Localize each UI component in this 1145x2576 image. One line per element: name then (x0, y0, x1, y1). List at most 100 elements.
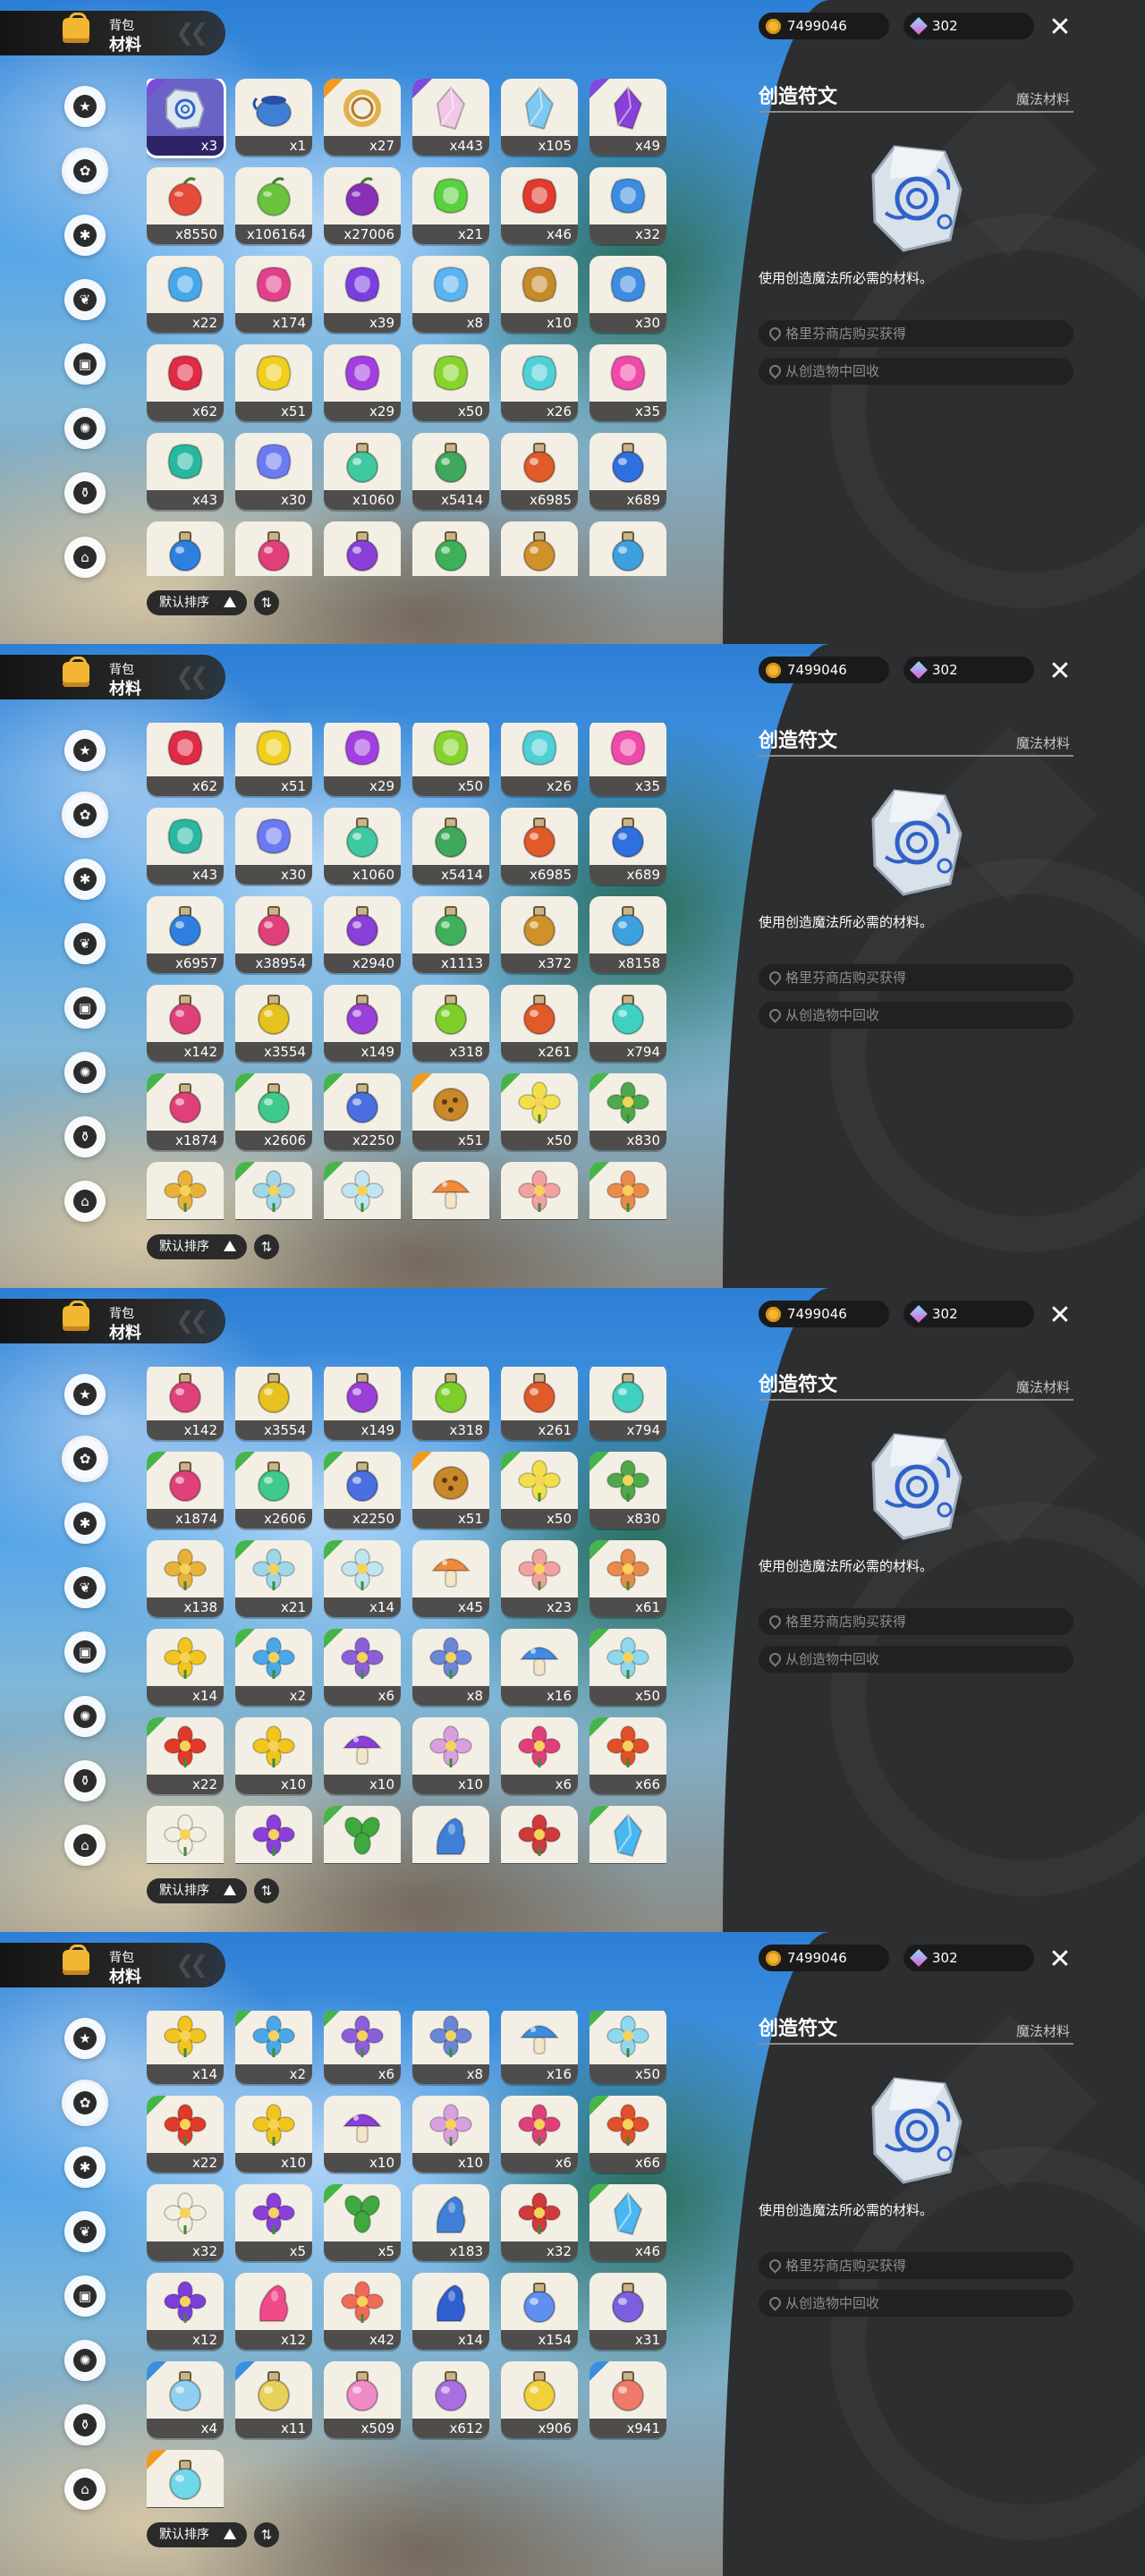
item-slot[interactable]: x10 (235, 1717, 312, 1794)
swap-order-button[interactable]: ⇅ (254, 590, 279, 615)
item-slot[interactable]: x61 (589, 1162, 666, 1220)
item-slot[interactable]: x794 (589, 985, 666, 1062)
item-slot[interactable]: x5 (235, 1806, 312, 1864)
item-slot[interactable]: x46 (589, 1806, 666, 1864)
nav-tab-basket[interactable]: ▣ (64, 2275, 106, 2317)
item-slot[interactable]: x30 (589, 256, 666, 333)
item-slot[interactable]: x149 (324, 985, 401, 1062)
item-slot[interactable]: x10 (412, 2096, 489, 2173)
item-slot[interactable]: x61 (589, 1540, 666, 1617)
nav-tab-gear[interactable]: ✱ (64, 1503, 106, 1544)
item-slot[interactable]: x46 (501, 167, 578, 244)
item-slot[interactable]: x16 (501, 1629, 578, 1706)
item-slot[interactable]: x138 (147, 1540, 224, 1617)
item-slot[interactable]: x138 (147, 1162, 224, 1220)
item-slot[interactable]: x43 (147, 808, 224, 885)
swap-order-button[interactable]: ⇅ (254, 2522, 279, 2547)
nav-tab-star[interactable]: ★ (64, 730, 106, 771)
item-slot[interactable]: x14 (147, 2011, 224, 2084)
item-slot[interactable]: x5414 (412, 808, 489, 885)
item-grid-viewport[interactable]: x3x1x27x443x105x49x8550x106164x27006x21x… (147, 723, 674, 1220)
sort-button[interactable]: 默认排序 (147, 2522, 247, 2547)
item-slot[interactable]: x689 (589, 808, 666, 885)
nav-tab-bottle[interactable]: ⚱ (64, 472, 106, 513)
item-slot[interactable]: x38954 (235, 521, 312, 576)
nav-tab-star[interactable]: ★ (64, 1374, 106, 1415)
item-slot[interactable]: x830 (589, 1073, 666, 1150)
item-slot[interactable]: x174 (235, 256, 312, 333)
item-slot[interactable]: x8158 (589, 896, 666, 973)
item-slot[interactable]: x32 (501, 1806, 578, 1864)
item-slot[interactable]: x794 (589, 1367, 666, 1440)
nav-tab-bottle[interactable]: ⚱ (64, 2404, 106, 2445)
item-slot[interactable]: x2940 (324, 521, 401, 576)
item-grid-viewport[interactable]: x3x1x27x443x105x49x8550x106164x27006x21x… (147, 2011, 674, 2508)
item-slot[interactable]: x6985 (501, 808, 578, 885)
item-slot[interactable]: x105 (501, 79, 578, 156)
item-slot[interactable]: x6 (501, 2096, 578, 2173)
source-recycle[interactable]: 从创造物中回收 (759, 2290, 1073, 2317)
item-slot[interactable]: x261 (501, 1367, 578, 1440)
swap-order-button[interactable]: ⇅ (254, 1878, 279, 1903)
item-slot[interactable]: x46 (589, 2184, 666, 2261)
nav-tab-leaf[interactable]: ❦ (64, 279, 106, 320)
item-slot[interactable]: x22 (147, 1717, 224, 1794)
nav-tab-sprout[interactable]: ✿ (64, 1438, 106, 1479)
nav-tab-leaf[interactable]: ❦ (64, 923, 106, 964)
item-slot[interactable]: x45 (412, 1540, 489, 1617)
item-slot[interactable]: x2940 (324, 896, 401, 973)
item-slot[interactable]: x142 (147, 1367, 224, 1440)
item-slot[interactable]: x2 (235, 2011, 312, 2084)
item-slot[interactable]: x2250 (324, 1452, 401, 1529)
item-slot[interactable]: x62 (147, 344, 224, 421)
item-slot[interactable]: x5414 (412, 433, 489, 510)
source-recycle[interactable]: 从创造物中回收 (759, 1002, 1073, 1029)
item-slot[interactable]: x22 (147, 256, 224, 333)
item-slot[interactable]: x8 (412, 2011, 489, 2084)
item-slot[interactable]: x1874 (147, 1073, 224, 1150)
item-slot[interactable]: x26 (501, 723, 578, 796)
item-slot[interactable]: x30 (235, 433, 312, 510)
nav-tab-gear[interactable]: ✱ (64, 859, 106, 900)
item-slot[interactable]: x26 (501, 344, 578, 421)
item-slot[interactable]: x35 (589, 344, 666, 421)
item-slot[interactable]: x906 (501, 2361, 578, 2438)
item-slot[interactable]: x66 (589, 1717, 666, 1794)
sort-button[interactable]: 默认排序 (147, 590, 247, 615)
nav-tab-bottle[interactable]: ⚱ (64, 1760, 106, 1801)
nav-tab-sprout[interactable]: ✿ (64, 794, 106, 835)
item-slot[interactable]: x50 (412, 344, 489, 421)
source-shop[interactable]: 格里芬商店购买获得 (759, 320, 1073, 347)
item-slot[interactable]: x2250 (324, 1073, 401, 1150)
item-slot[interactable]: x51 (235, 344, 312, 421)
close-button[interactable]: ✕ (1047, 1946, 1073, 1973)
nav-tab-chest[interactable]: ⌂ (64, 2469, 106, 2510)
source-recycle[interactable]: 从创造物中回收 (759, 1646, 1073, 1673)
item-slot[interactable]: x1 (235, 79, 312, 156)
item-grid-viewport[interactable]: x3x1x27x443x105x49x8550x106164x27006x21x… (147, 1367, 674, 1864)
item-slot[interactable]: x14 (324, 1540, 401, 1617)
item-slot[interactable]: x30 (235, 808, 312, 885)
item-slot[interactable]: x27 (324, 79, 401, 156)
item-slot[interactable]: x8 (412, 1629, 489, 1706)
item-slot[interactable]: x149 (324, 1367, 401, 1440)
item-slot[interactable]: x443 (412, 79, 489, 156)
item-slot[interactable]: x21 (412, 167, 489, 244)
item-slot[interactable]: x16 (501, 2011, 578, 2084)
nav-tab-sprout[interactable]: ✿ (64, 150, 106, 191)
item-slot[interactable]: x1113 (412, 896, 489, 973)
item-slot[interactable]: x509 (324, 2361, 401, 2438)
item-slot[interactable]: x10 (501, 256, 578, 333)
item-slot[interactable]: x14 (147, 1629, 224, 1706)
nav-tab-basket[interactable]: ▣ (64, 987, 106, 1029)
item-slot[interactable]: x21 (235, 1162, 312, 1220)
item-slot[interactable]: x14 (412, 2273, 489, 2350)
item-slot[interactable]: x42 (324, 2273, 401, 2350)
item-slot[interactable]: x6 (324, 1629, 401, 1706)
close-button[interactable]: ✕ (1047, 1302, 1073, 1329)
item-slot[interactable]: x29 (324, 344, 401, 421)
nav-tab-sprout[interactable]: ✿ (64, 2082, 106, 2123)
item-slot[interactable]: x6 (324, 2011, 401, 2084)
item-slot[interactable]: x45 (412, 1162, 489, 1220)
item-slot[interactable]: x2 (235, 1629, 312, 1706)
